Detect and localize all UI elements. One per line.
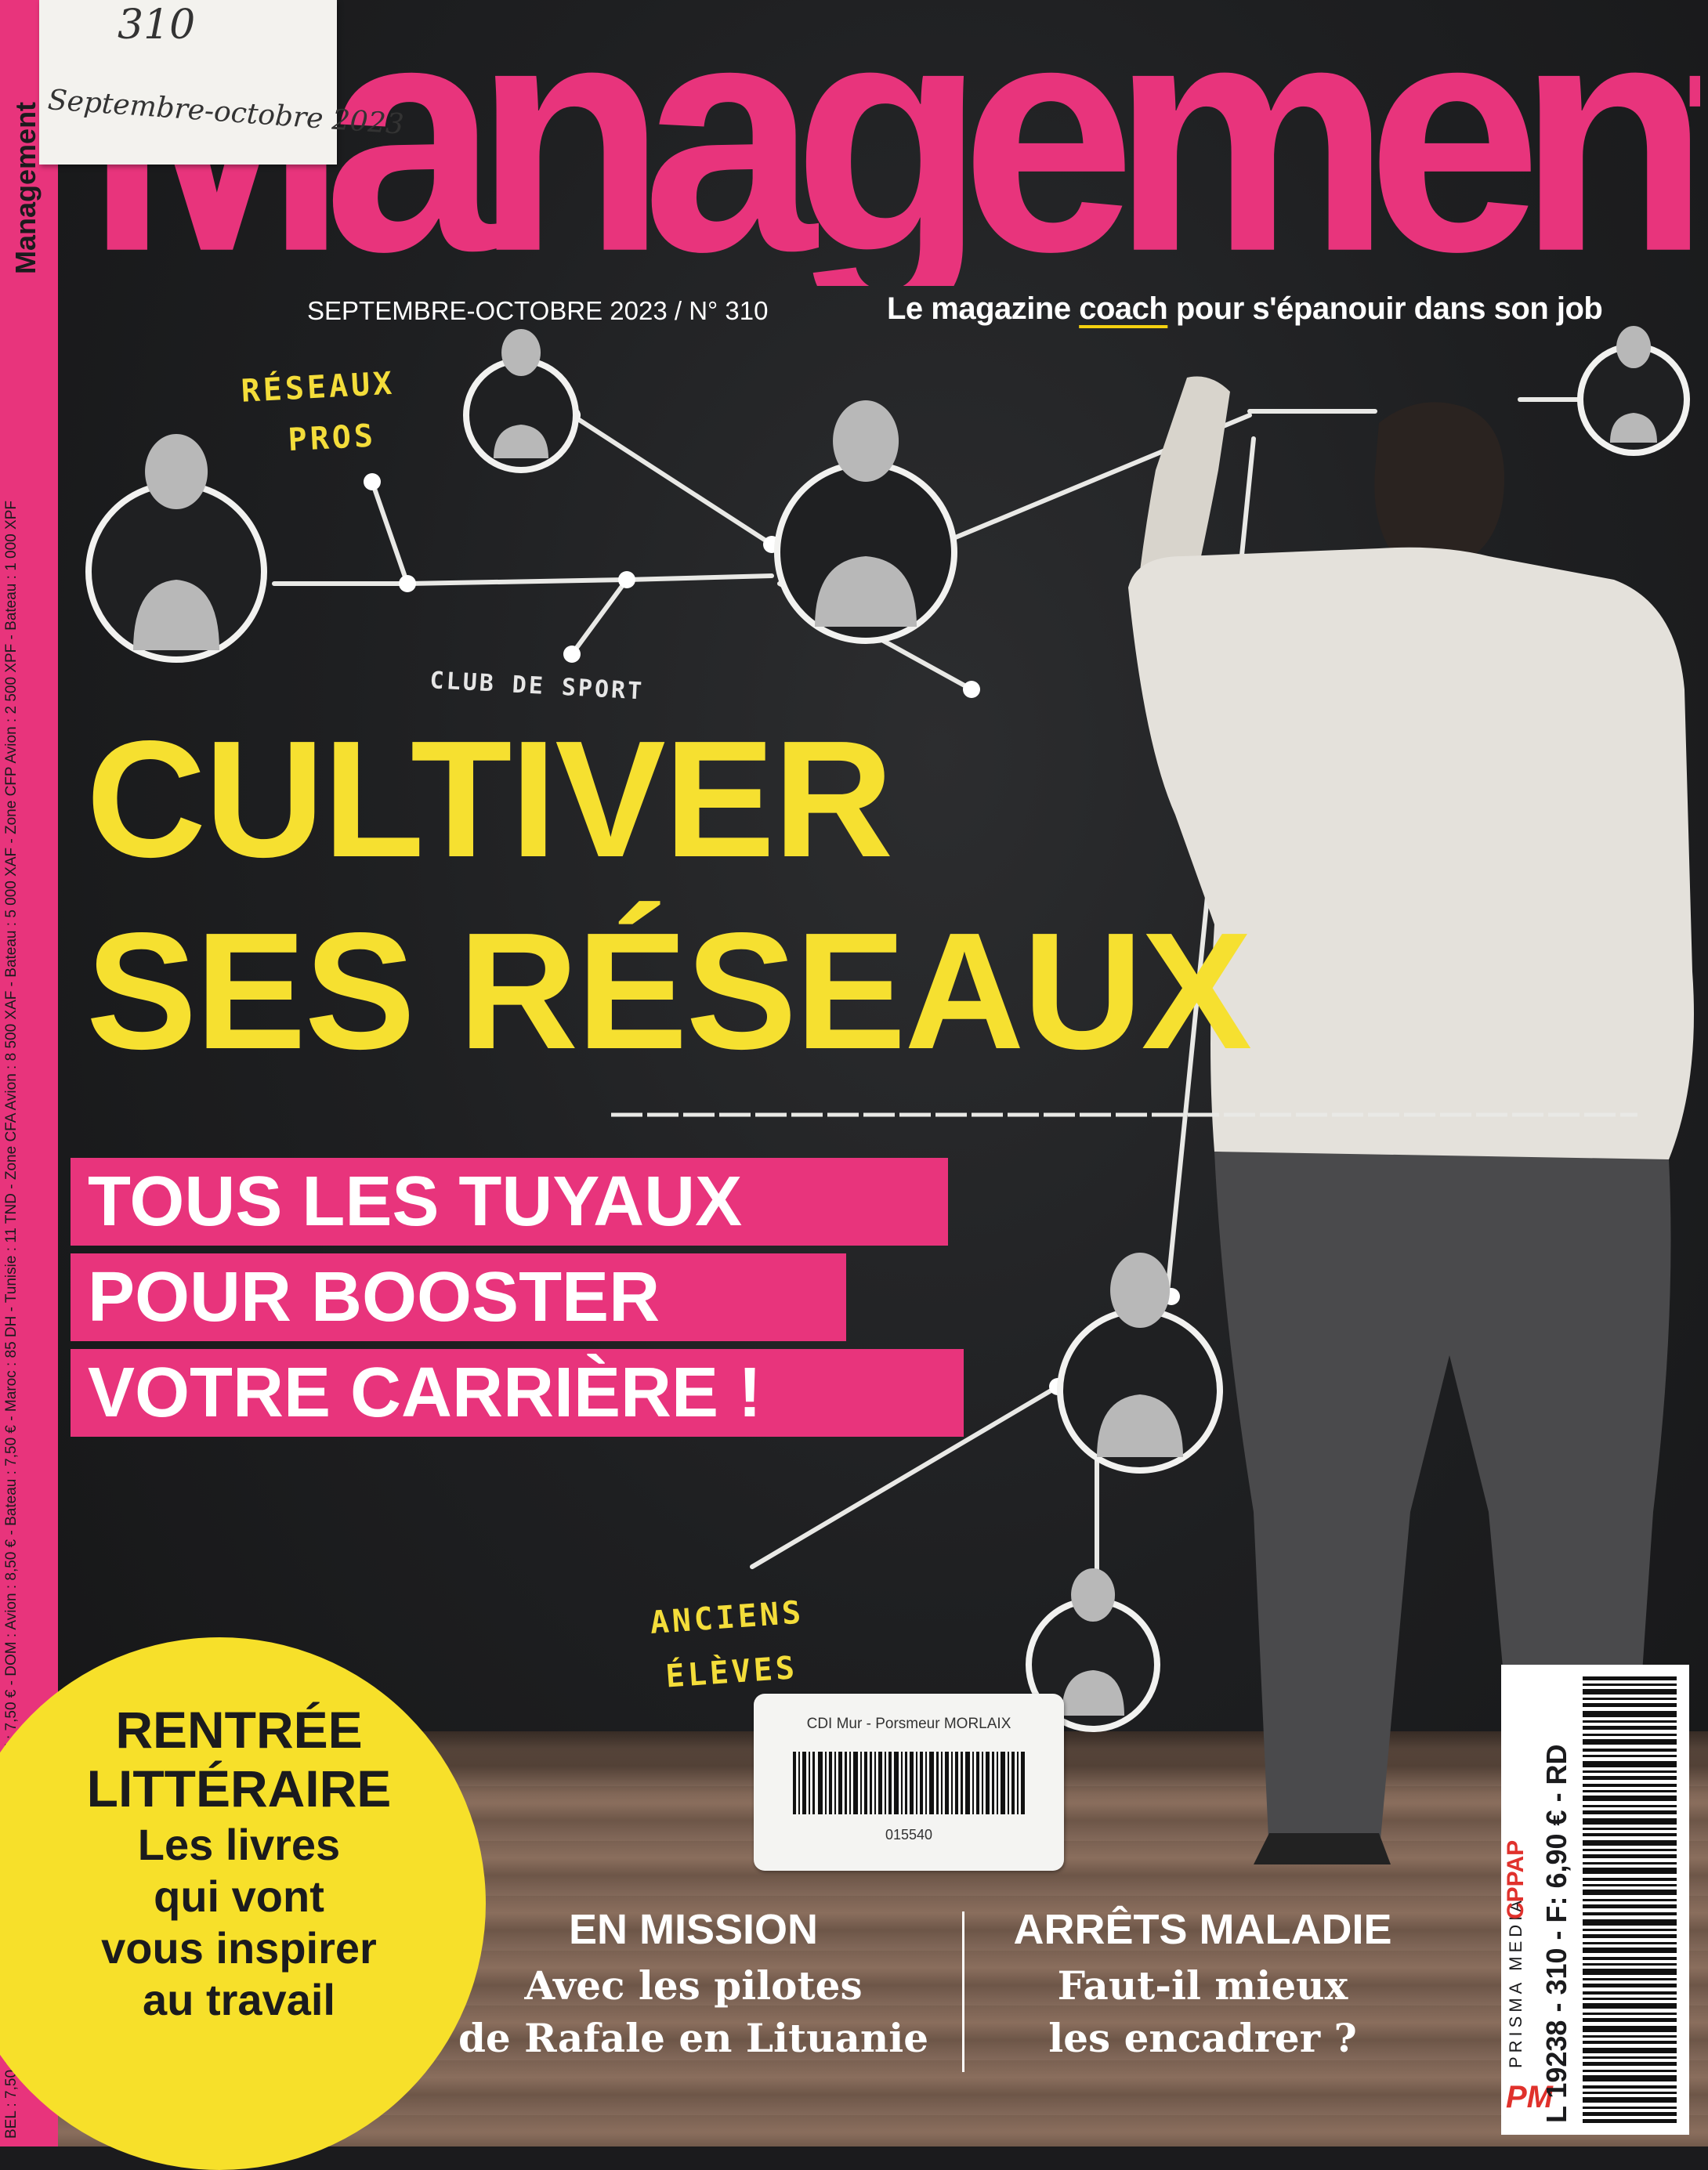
teaser-mission-line-2: de Rafale en Lituanie (458, 2015, 929, 2061)
network-link (624, 573, 774, 582)
cppap-mark: CPPAP (1503, 1839, 1529, 1919)
teaser-maladie-title: ARRÊTS MALADIE (1013, 1906, 1392, 1953)
handwritten-issue-number: 310 (118, 2, 196, 49)
price-code: L 19238 - 310 - F: 6,90 € - RD (1540, 1744, 1572, 2123)
badge-text-2: qui vont (154, 1872, 324, 1921)
man-writing-on-board (1128, 376, 1694, 1864)
badge-text-3: vous inspirer (101, 1923, 377, 1973)
network-node (399, 575, 416, 592)
network-node (618, 571, 635, 588)
teaser-maladie-line-1: Faut-il mieux (1057, 1962, 1348, 2009)
library-code: 015540 (885, 1827, 933, 1843)
network-node (963, 681, 980, 698)
network-link (570, 413, 774, 547)
cover-subheadline-2: POUR BOOSTER (71, 1253, 846, 1341)
badge-title-1: RENTRÉE (115, 1701, 363, 1759)
cover-subheadline-3: VOTRE CARRIÈRE ! (71, 1349, 964, 1437)
badge-title-2: LITTÉRAIRE (86, 1760, 392, 1817)
teaser-divider (962, 1911, 964, 2072)
library-barcode (793, 1752, 1025, 1814)
chalk-underline (611, 1112, 1637, 1117)
tagline: Le magazine coach pour s'épanouir dans s… (887, 291, 1670, 335)
publisher-name: PRISMA MEDIA (1506, 1897, 1525, 2068)
network-node (563, 646, 581, 663)
issue-date: SEPTEMBRE-OCTOBRE 2023 / N° 310 (307, 296, 769, 325)
tagline-end: pour s'épanouir dans son job (1167, 291, 1603, 326)
ean-barcode (1583, 1676, 1677, 2123)
teaser-mission-line-1: Avec les pilotes (524, 1962, 863, 2009)
teaser-mission-title: EN MISSION (568, 1906, 819, 1953)
teaser-maladie-line-2: les encadrer ? (1048, 2015, 1357, 2061)
cover-headline-line-2: SES RÉSEAUX (86, 898, 1252, 1083)
tagline-accent: coach (1079, 291, 1168, 326)
badge-text-4: au travail (143, 1975, 335, 2024)
library-name: CDI Mur - Porsmeur MORLAIX (806, 1716, 1011, 1732)
network-link (405, 577, 629, 586)
cover-subheadline-1: TOUS LES TUYAUX (71, 1158, 948, 1246)
network-link (370, 479, 410, 586)
badge-text-1: Les livres (137, 1820, 341, 1869)
network-node (364, 473, 381, 490)
chalk-label-pros: PROS (287, 418, 378, 459)
network-link (570, 577, 629, 656)
tagline-start: Le magazine (887, 291, 1080, 326)
cover-headline-line-1: CULTIVER (86, 706, 893, 892)
